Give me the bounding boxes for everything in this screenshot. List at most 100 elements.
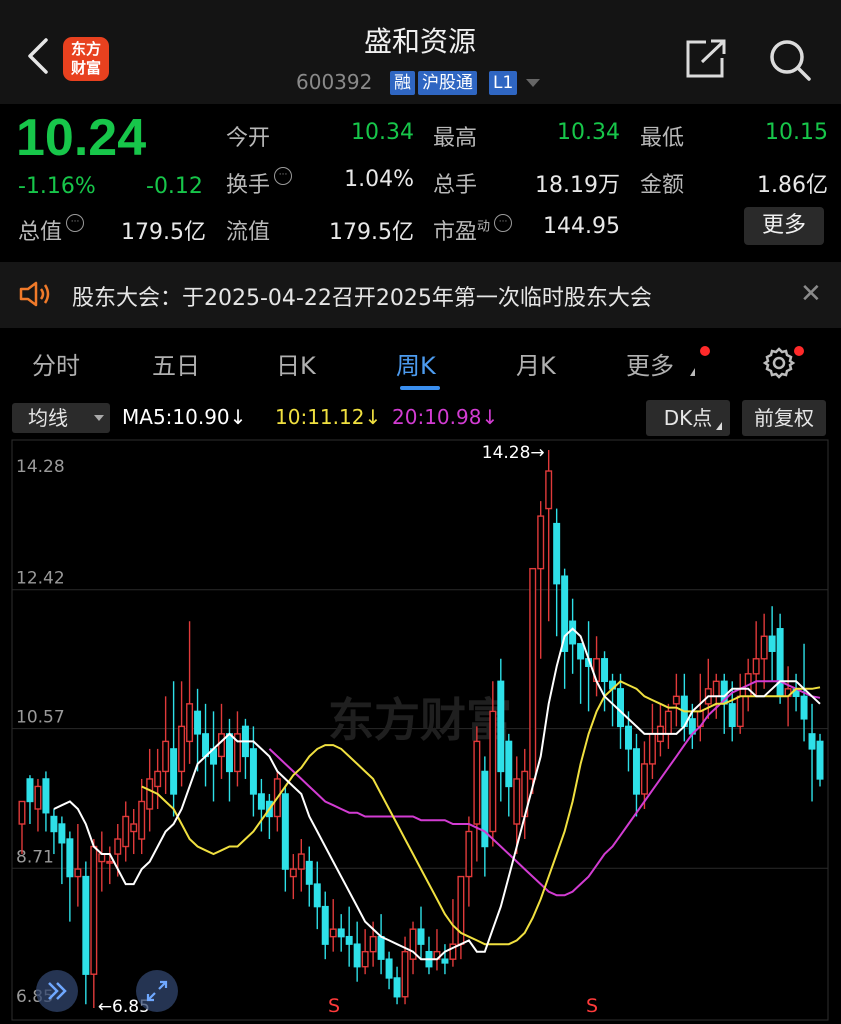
ma5-readout: MA5:10.90↓ (122, 405, 247, 429)
float-cap-label: 流值 (226, 220, 271, 245)
candle-body (18, 800, 26, 825)
candle-body (377, 935, 385, 960)
candle-body (401, 950, 409, 998)
ma10-readout: 10:11.12↓ (275, 405, 382, 429)
candle-body (329, 928, 337, 938)
chevron-down-icon[interactable] (94, 415, 104, 421)
sell-signal-marker: S (328, 995, 340, 1017)
turnover-label[interactable]: 换手 ··· (226, 167, 293, 199)
candle-body (297, 853, 305, 870)
candle-body (537, 515, 545, 570)
expand-left-button[interactable] (36, 970, 78, 1012)
candle-body (545, 470, 553, 510)
logo-text-1: 东方 (70, 40, 101, 58)
candle-body (202, 733, 210, 758)
candle-body (569, 620, 577, 645)
weekly-kline-chart[interactable]: 14.2812.4210.578.716.85 东方财富 14.28→←6.85… (0, 436, 841, 1024)
candle-body (465, 830, 473, 878)
info-dots-icon[interactable]: ··· (274, 167, 293, 185)
low-label: 最低 (640, 126, 685, 151)
announcement-text[interactable]: 股东大会：于2025-04-22召开2025年第一次临时股东大会 (72, 280, 652, 312)
dk-corner-icon (716, 422, 722, 430)
candle-body (664, 710, 672, 735)
dk-point-button[interactable]: DK点 (646, 400, 730, 436)
y-tick-label: 14.28 (16, 457, 65, 477)
candle-body (313, 883, 321, 908)
volume-label: 总手 (433, 173, 478, 198)
candle-body (154, 770, 162, 788)
candle-body (577, 643, 585, 660)
stock-switch-caret-icon[interactable] (526, 79, 540, 87)
candle-body (624, 725, 632, 750)
y-tick-label: 10.57 (16, 708, 65, 728)
fullscreen-button[interactable] (136, 970, 178, 1012)
candle-body (186, 703, 194, 743)
max-price-label: 14.28→ (482, 443, 545, 463)
candle-body (218, 733, 225, 758)
candle-body (82, 875, 90, 975)
pe-dynamic-sup: 动 (477, 219, 491, 235)
candle-body (632, 748, 640, 795)
candle-body (138, 800, 146, 840)
tab-intraday[interactable]: 分时 (32, 346, 80, 381)
adjust-button[interactable]: 前复权 (742, 400, 826, 436)
candle-body (752, 658, 760, 675)
close-icon[interactable]: ✕ (800, 279, 822, 309)
candle-body (353, 943, 361, 968)
open-label: 今开 (226, 126, 271, 151)
candle-body (225, 733, 233, 773)
candle-body (601, 658, 609, 683)
turnover-value: 1.04% (344, 167, 414, 192)
sell-signal-marker: S (586, 995, 598, 1017)
info-dots-icon[interactable]: ··· (66, 214, 85, 232)
settings-gear-icon[interactable] (762, 346, 796, 380)
candle-body (505, 740, 513, 788)
tab-more[interactable]: 更多 (626, 346, 674, 381)
candle-body (337, 928, 345, 938)
app-logo[interactable]: 东方 财富 (63, 37, 109, 81)
high-label: 最高 (433, 126, 478, 151)
candle-body (617, 688, 624, 728)
candle-body (281, 793, 289, 870)
candle-body (122, 815, 130, 848)
pe-label[interactable]: 市盈动 ··· (433, 214, 513, 246)
more-corner-icon (690, 368, 695, 376)
candle-body (768, 635, 776, 652)
tab-five-day[interactable]: 五日 (152, 346, 200, 381)
candle-body (305, 860, 313, 885)
y-tick-label: 12.42 (16, 569, 65, 589)
share-icon[interactable] (684, 38, 728, 80)
candle-body (728, 703, 736, 728)
candle-body (640, 763, 648, 795)
candle-body (98, 853, 106, 863)
candle-body (736, 695, 744, 728)
tab-monthly-k[interactable]: 月K (516, 346, 556, 381)
ma20-readout: 20:10.98↓ (392, 405, 499, 429)
candle-body (712, 680, 720, 698)
candle-body (497, 680, 505, 773)
candle-body (672, 695, 680, 705)
info-dots-icon[interactable]: ··· (494, 214, 513, 232)
market-cap-label[interactable]: 总值 ··· (18, 214, 85, 246)
expand-arrows-icon (146, 980, 168, 1002)
back-arrow-icon[interactable] (26, 36, 50, 76)
volume-value: 18.19万 (535, 173, 620, 198)
stock-name: 盛和资源 (363, 25, 476, 58)
margin-tag: 融 (390, 71, 415, 95)
change-percent: -1.16% (18, 174, 96, 199)
tab-weekly-k[interactable]: 周K (396, 346, 436, 381)
candle-body (42, 778, 50, 814)
candle-body (34, 785, 42, 810)
more-quote-button[interactable]: 更多 (744, 207, 824, 245)
search-icon[interactable] (768, 38, 812, 82)
low-value: 10.15 (765, 120, 828, 145)
candle-body (529, 567, 537, 780)
tab-daily-k[interactable]: 日K (276, 346, 316, 381)
candle-body (26, 778, 34, 803)
candle-body (321, 905, 329, 945)
candle-body (513, 778, 521, 825)
candle-body (74, 868, 82, 878)
candle-body (146, 778, 154, 810)
candle-body (114, 838, 122, 855)
candle-body (393, 977, 401, 998)
